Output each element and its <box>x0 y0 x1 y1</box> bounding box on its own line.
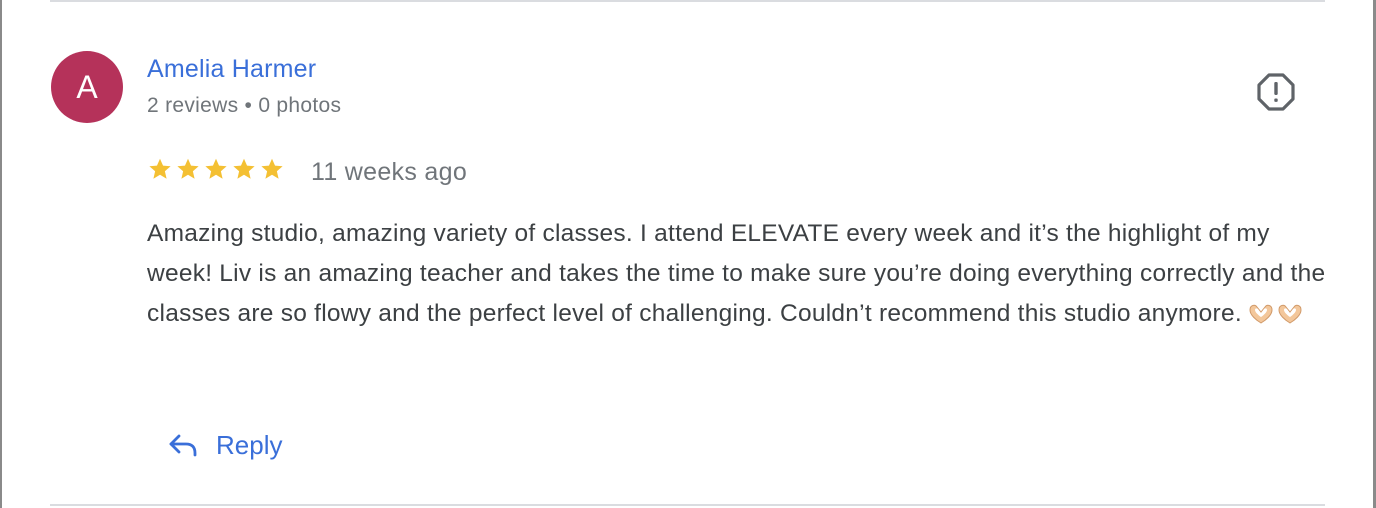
reply-button[interactable]: Reply <box>160 420 290 470</box>
review-date: 11 weeks ago <box>311 158 468 186</box>
reviewer-name-link[interactable]: Amelia Harmer <box>147 55 316 84</box>
review-card-page: A Amelia Harmer 2 reviews • 0 photos 11 … <box>0 0 1376 508</box>
left-window-edge <box>0 0 2 508</box>
reply-label: Reply <box>216 429 283 460</box>
heart-hands-icon <box>1249 304 1302 324</box>
reply-arrow-icon <box>169 434 197 457</box>
star-icon <box>177 158 199 179</box>
star-rating <box>147 156 285 182</box>
report-flag-icon[interactable] <box>1256 72 1296 112</box>
bottom-divider <box>50 504 1325 506</box>
review-text: Amazing studio, amazing variety of class… <box>147 220 1326 327</box>
review-body: Amazing studio, amazing variety of class… <box>147 214 1327 334</box>
reviewer-meta: 2 reviews • 0 photos <box>147 94 342 117</box>
star-icon <box>149 158 171 179</box>
star-icon <box>261 158 283 179</box>
star-icon <box>233 158 255 179</box>
star-icon <box>205 158 227 179</box>
avatar[interactable]: A <box>51 51 123 123</box>
top-divider <box>50 0 1325 2</box>
